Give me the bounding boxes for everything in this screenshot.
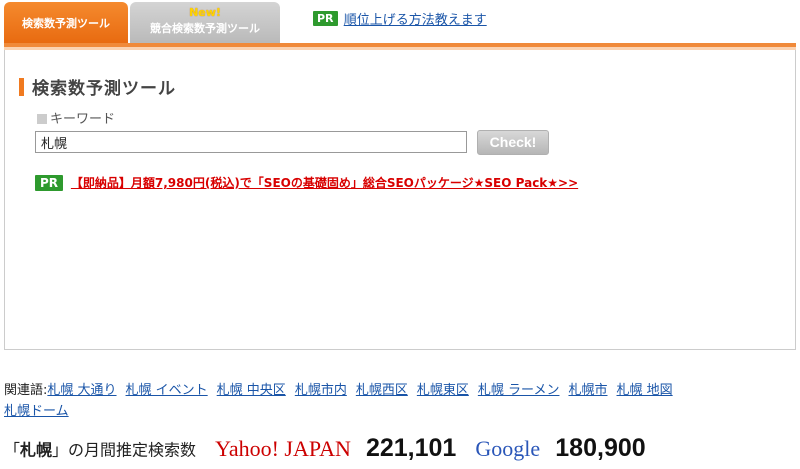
check-button[interactable]: Check! <box>477 130 549 155</box>
tab-label: 検索数予測ツール <box>22 17 110 30</box>
pr-badge: PR <box>35 174 64 191</box>
yahoo-count: 221,101 <box>365 434 457 462</box>
related-keyword-link[interactable]: 札幌 ラーメン <box>478 383 560 398</box>
square-icon <box>37 114 47 124</box>
related-label: 関連語: <box>4 383 48 398</box>
related-keyword-link[interactable]: 札幌 地図 <box>617 383 673 398</box>
heading-accent-bar <box>19 78 24 96</box>
related-keyword-link[interactable]: 札幌 イベント <box>126 383 208 398</box>
tool-panel: 検索数予測ツール キーワード Check! PR 【即納品】月額7,980円(税… <box>4 50 796 350</box>
related-keyword-link[interactable]: 札幌 中央区 <box>217 383 286 398</box>
heading-text: 検索数予測ツール <box>32 79 176 99</box>
top-pr: PR 順位上げる方法教えます <box>313 9 487 28</box>
counts-caption: 「札幌」の月間推定検索数 <box>4 441 196 460</box>
related-keyword-link[interactable]: 札幌ドーム <box>4 404 69 419</box>
tab-label: 競合検索数予測ツール <box>150 22 260 35</box>
counts-keyword: 札幌 <box>20 440 53 460</box>
related-keyword-link[interactable]: 札幌東区 <box>417 383 469 398</box>
related-keyword-link[interactable]: 札幌 大通り <box>47 383 116 398</box>
pr-badge: PR <box>313 11 338 26</box>
pr-link-seo-pack[interactable]: 【即納品】月額7,980円(税込)で「SEOの基礎固め」総合SEOパッケージ★S… <box>71 176 578 190</box>
main-pr: PR 【即納品】月額7,980円(税込)で「SEOの基礎固め」総合SEOパッケー… <box>35 174 578 191</box>
google-count: 180,900 <box>555 434 646 462</box>
keyword-input[interactable] <box>35 131 467 153</box>
tab-bar: 検索数予測ツール New! 競合検索数予測ツール PR 順位上げる方法教えます <box>0 0 800 44</box>
pr-link-ranking[interactable]: 順位上げる方法教えます <box>344 13 487 28</box>
keyword-label: キーワード <box>37 108 115 127</box>
page-title: 検索数予測ツール <box>19 74 176 99</box>
related-keyword-link[interactable]: 札幌市内 <box>295 383 347 398</box>
tab-competitor-search-tool[interactable]: New! 競合検索数予測ツール <box>130 2 280 44</box>
google-label: Google <box>475 435 541 461</box>
quote-open: 「 <box>4 440 21 460</box>
counts-caption-text: 」の月間推定検索数 <box>52 440 197 460</box>
tab-search-count-tool[interactable]: 検索数予測ツール <box>4 2 128 44</box>
monthly-search-counts: 「札幌」の月間推定検索数 Yahoo! JAPAN 221,101 Google… <box>4 434 646 463</box>
keyword-label-text: キーワード <box>50 112 116 127</box>
related-keyword-link[interactable]: 札幌市 <box>568 383 607 398</box>
yahoo-japan-label: Yahoo! JAPAN <box>215 435 351 461</box>
related-keyword-link[interactable]: 札幌西区 <box>356 383 408 398</box>
new-badge: New! <box>189 6 221 19</box>
related-keywords: 関連語:札幌 大通り 札幌 イベント 札幌 中央区 札幌市内 札幌西区 札幌東区 札幌 ラー… <box>4 380 796 422</box>
